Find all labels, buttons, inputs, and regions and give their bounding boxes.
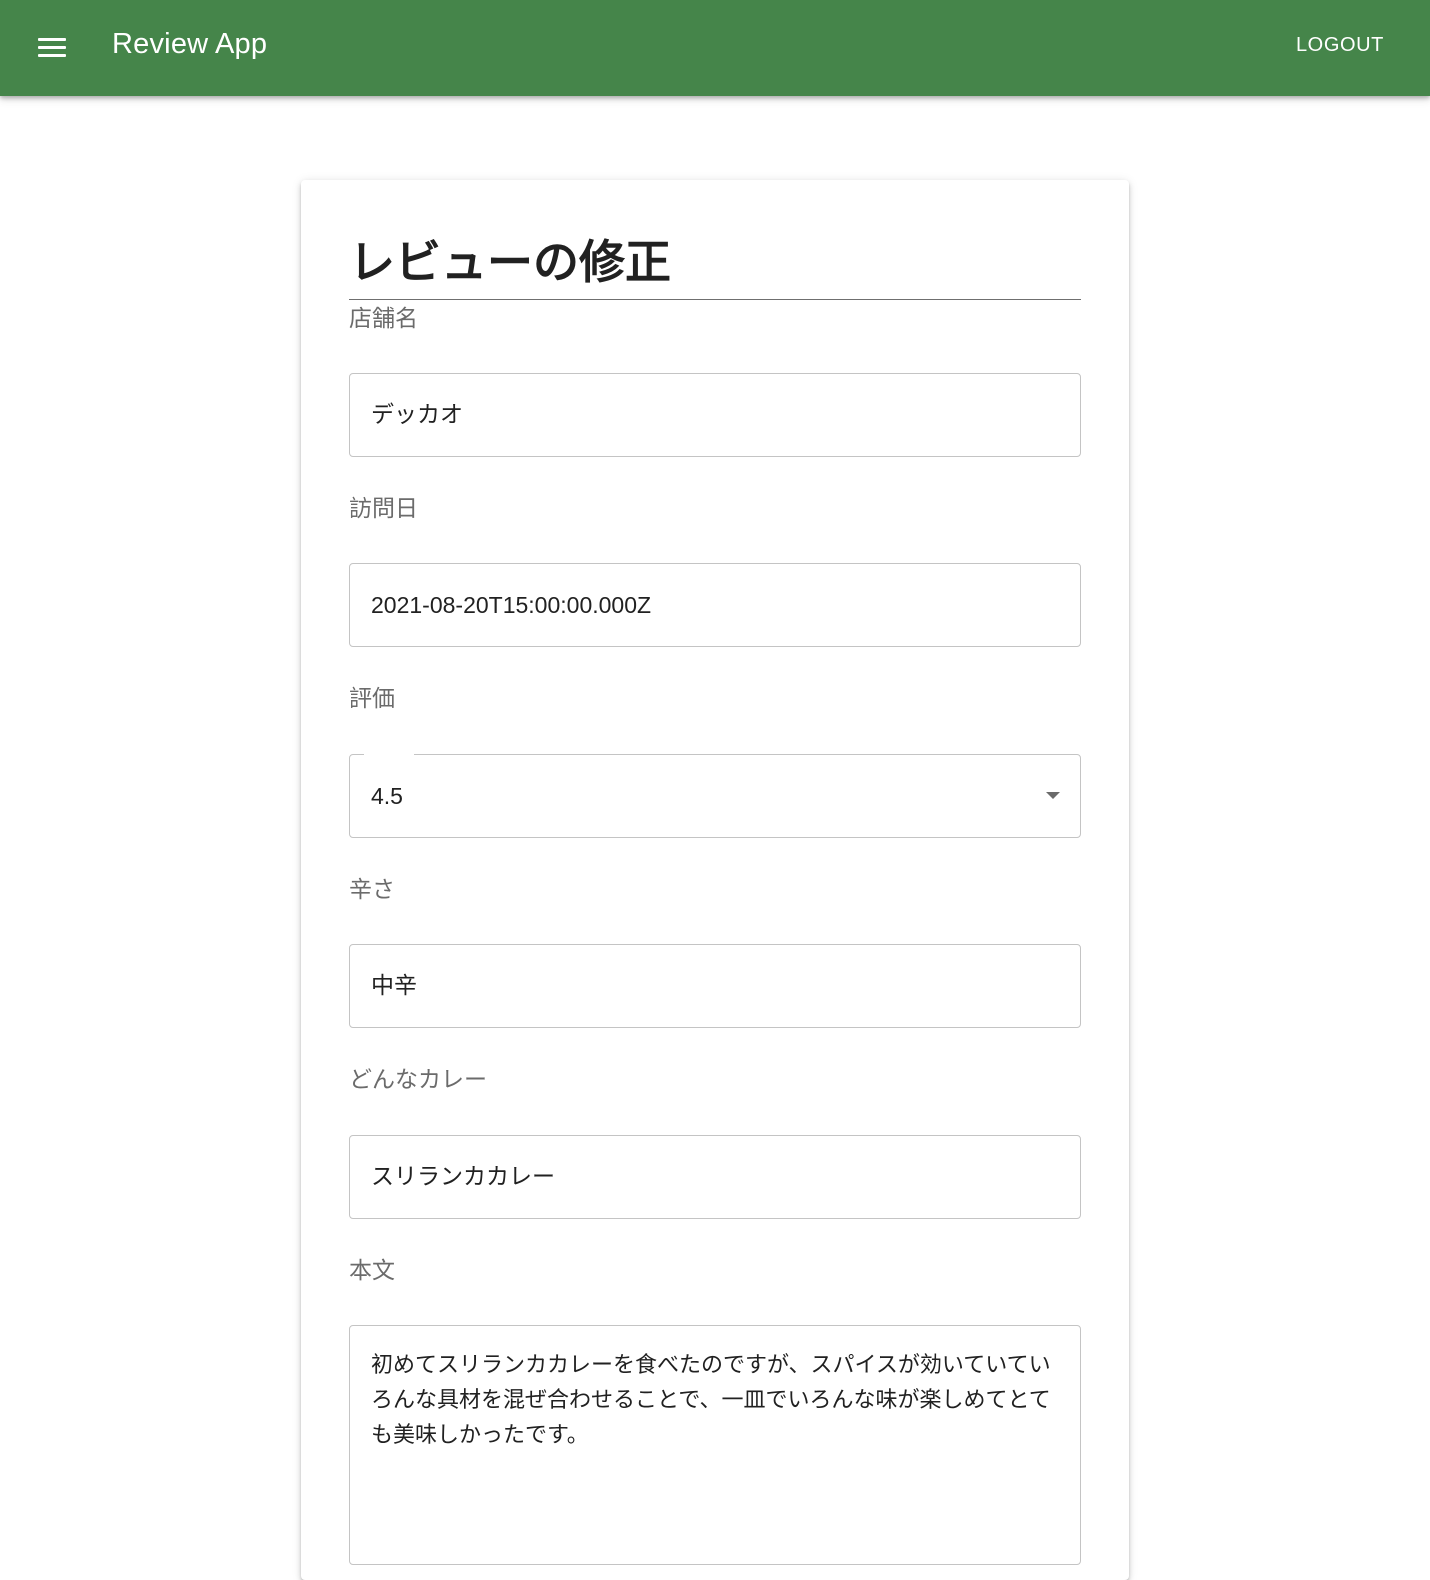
body-value: 初めてスリランカカレーを食べたのですが、スパイスが効いていていろんな具材を混ぜ合… <box>371 1353 1051 1448</box>
visit-date-value: 2021-08-20T15:00:00.000Z <box>371 592 652 618</box>
visit-date-input[interactable]: 2021-08-20T15:00:00.000Z <box>349 563 1081 647</box>
review-edit-card: レビューの修正 店舗名 デッカオ 訪問日 2021-08-20T15:00:00… <box>301 180 1129 1580</box>
spiciness-input[interactable]: 中辛 <box>349 944 1081 1028</box>
shop-name-value: デッカオ <box>371 402 463 428</box>
curry-type-value: スリランカカレー <box>371 1164 555 1190</box>
rating-label: 評価 <box>349 686 395 712</box>
menu-button[interactable] <box>24 24 80 72</box>
spiciness-label: 辛さ <box>349 877 395 903</box>
logout-button[interactable]: LOGOUT <box>1296 34 1384 57</box>
body-textarea[interactable]: 初めてスリランカカレーを食べたのですが、スパイスが効いていていろんな具材を混ぜ合… <box>349 1325 1081 1565</box>
outline-notch <box>364 753 414 757</box>
page-title: レビューの修正 <box>349 235 671 289</box>
visit-date-label: 訪問日 <box>349 496 418 522</box>
spiciness-value: 中辛 <box>371 973 417 999</box>
app-title: Review App <box>112 28 268 60</box>
menu-icon <box>38 38 66 58</box>
curry-type-input[interactable]: スリランカカレー <box>349 1135 1081 1219</box>
app-bar: Review App LOGOUT <box>0 0 1430 96</box>
shop-name-input[interactable]: デッカオ <box>349 373 1081 457</box>
body-label: 本文 <box>349 1258 395 1284</box>
curry-type-label: どんなカレー <box>349 1067 487 1093</box>
shop-name-label: 店舗名 <box>349 306 418 332</box>
rating-value: 4.5 <box>371 783 403 809</box>
chevron-down-icon[interactable] <box>1046 792 1060 799</box>
rating-select[interactable]: 4.5 <box>349 753 1081 838</box>
title-divider <box>349 299 1081 300</box>
